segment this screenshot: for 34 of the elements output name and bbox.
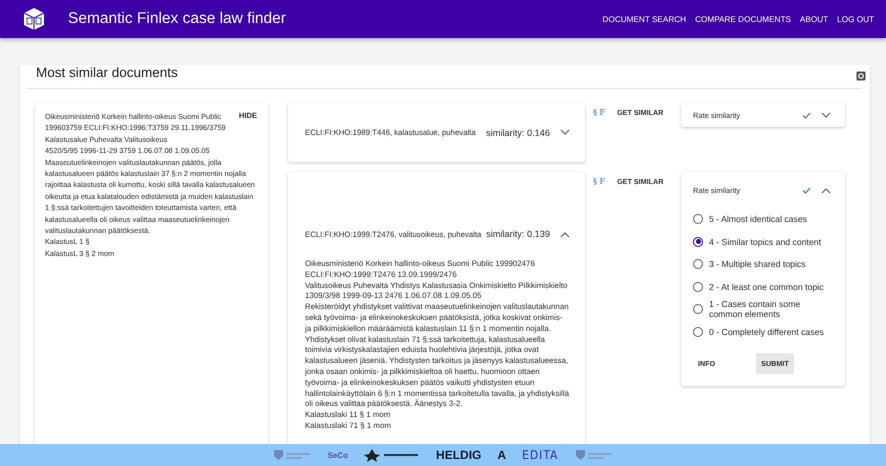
footer-logo: HELDIG (436, 448, 482, 462)
nav-link[interactable]: LOG OUT (837, 12, 874, 26)
crest-logo-icon (272, 448, 312, 462)
footer-logo: A (497, 448, 506, 462)
expand-icon[interactable] (560, 129, 570, 136)
radio-button[interactable] (693, 236, 703, 247)
collapse-icon[interactable] (560, 230, 570, 238)
nav-link[interactable]: DOCUMENT SEARCH (602, 12, 686, 26)
option-label: 1 - Cases contain some common elements (709, 299, 802, 320)
emblem-logo-icon (364, 448, 420, 462)
radio-button[interactable] (693, 304, 703, 314)
nav-link[interactable]: COMPARE DOCUMENTS (695, 12, 791, 26)
source-link[interactable]: § F (593, 177, 606, 186)
collapse-icon[interactable] (821, 186, 831, 194)
page-title: Most similar documents (36, 65, 178, 82)
radio-button[interactable] (693, 214, 703, 224)
option-label: 0 - Completely different cases (709, 326, 824, 337)
option-label: 2 - At least one common topic (709, 282, 824, 292)
crest-logo-icon (574, 448, 614, 462)
footer-logo: EDITA (522, 448, 558, 462)
option-label: 3 - Multiple shared topics (709, 259, 806, 270)
radio-button[interactable] (693, 259, 703, 270)
settings-icon[interactable] (856, 71, 866, 81)
nav-link[interactable]: ABOUT (800, 12, 828, 26)
similarity-score: similarity: 0.139 (486, 229, 550, 239)
footer-logo: SeCo (328, 450, 348, 460)
app-title: Semantic Finlex case law finder (68, 10, 287, 28)
expand-icon[interactable] (821, 112, 831, 118)
radio-button[interactable] (693, 282, 703, 292)
source-link[interactable]: § F (593, 108, 606, 117)
option-label: 4 - Similar topics and content (709, 236, 822, 247)
radio-button[interactable] (693, 326, 703, 337)
similarity-score: similarity: 0.146 (486, 128, 550, 138)
option-label: 5 - Almost identical cases (709, 214, 808, 224)
